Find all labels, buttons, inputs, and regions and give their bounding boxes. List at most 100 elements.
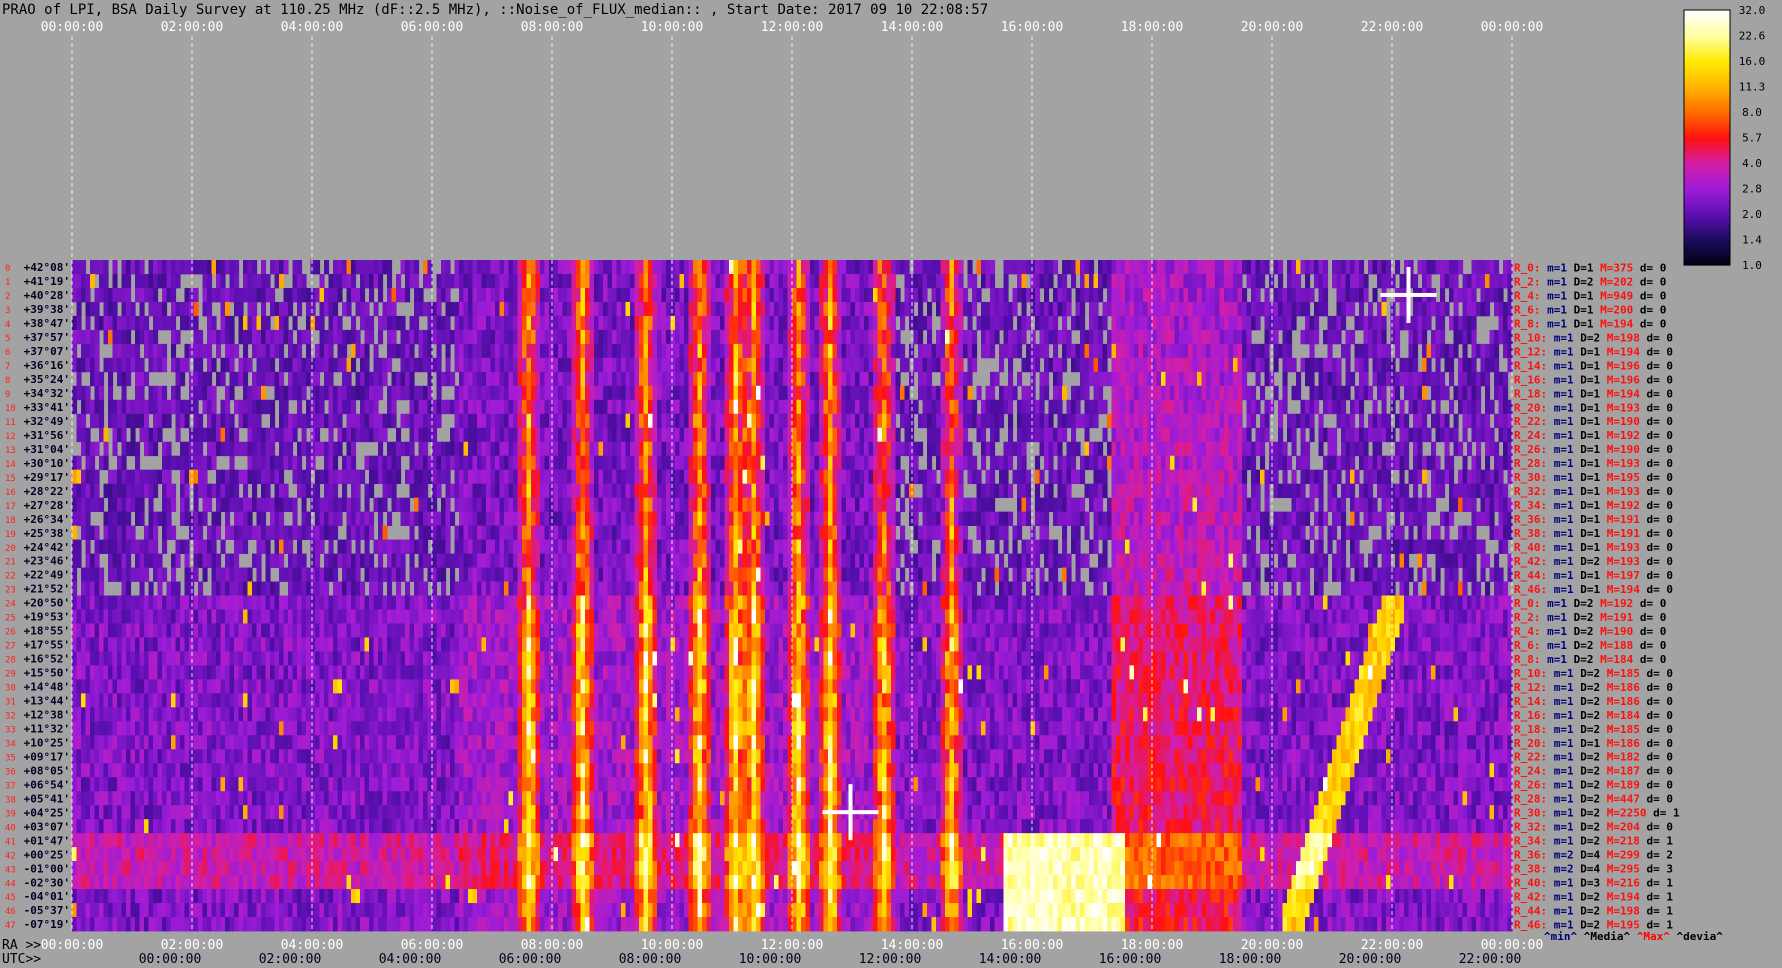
heatmap-cell <box>1462 315 1468 331</box>
heatmap-cell <box>1188 385 1194 401</box>
heatmap-cell <box>198 357 204 373</box>
heatmap-cell <box>634 455 640 471</box>
heatmap-cell <box>526 413 532 429</box>
heatmap-cell <box>661 497 667 513</box>
heatmap-cell <box>1003 287 1009 303</box>
heatmap-cell <box>364 343 370 359</box>
heatmap-cell <box>175 329 181 345</box>
heatmap-cell <box>1417 455 1423 471</box>
heatmap-cell <box>1251 483 1257 499</box>
heatmap-cell <box>1453 315 1459 331</box>
heatmap-cell <box>310 497 316 513</box>
heatmap-cell <box>468 385 474 401</box>
heatmap-cell <box>315 260 321 275</box>
heatmap-cell <box>234 301 240 317</box>
heatmap-cell <box>706 441 712 457</box>
heatmap-cell <box>1174 260 1180 275</box>
heatmap-cell <box>1017 329 1023 345</box>
heatmap-cell <box>1462 469 1468 485</box>
heatmap-cell <box>994 413 1000 429</box>
heatmap-cell <box>450 273 456 289</box>
heatmap-cell <box>1498 385 1504 401</box>
heatmap-cell <box>990 469 996 485</box>
heatmap-cell <box>418 385 424 401</box>
heatmap-cell <box>1183 287 1189 303</box>
heatmap-cell <box>1188 343 1194 359</box>
heatmap-cell <box>1044 343 1050 359</box>
heatmap-cell <box>940 343 946 359</box>
heatmap-cell <box>828 497 834 513</box>
heatmap-cell <box>1129 441 1135 457</box>
heatmap-cell <box>1341 483 1347 499</box>
heatmap-cell <box>580 343 586 359</box>
heatmap-cell <box>1255 315 1261 331</box>
heatmap-cell <box>616 357 622 373</box>
heatmap-cell <box>247 315 253 331</box>
heatmap-cell <box>711 441 717 457</box>
heatmap-cell <box>1372 469 1378 485</box>
heatmap-cell <box>684 343 690 359</box>
heatmap-cell <box>864 329 870 345</box>
heatmap-cell <box>756 385 762 401</box>
heatmap-cell <box>1345 441 1351 457</box>
heatmap-cell <box>1210 357 1216 373</box>
heatmap-cell <box>774 357 780 373</box>
heatmap-cell <box>234 469 240 485</box>
heatmap-cell <box>1300 469 1306 485</box>
heatmap-cell <box>774 441 780 457</box>
heatmap-cell <box>1300 301 1306 317</box>
heatmap-cell <box>148 357 154 373</box>
heatmap-cell <box>882 260 888 275</box>
heatmap-cell <box>868 301 874 317</box>
heatmap-cell <box>954 287 960 303</box>
heatmap-cell <box>378 273 384 289</box>
heatmap-cell <box>193 399 199 415</box>
heatmap-cell <box>792 413 798 429</box>
heatmap-cell <box>486 483 492 499</box>
heatmap-cell <box>751 329 757 345</box>
heatmap-cell <box>693 427 699 443</box>
heatmap-cell <box>1417 315 1423 331</box>
heatmap-cell <box>1485 273 1491 289</box>
heatmap-cell <box>1273 441 1279 457</box>
heatmap-cell <box>1129 260 1135 275</box>
heatmap-cell <box>1287 315 1293 331</box>
heatmap-cell <box>342 427 348 443</box>
heatmap-cell <box>1125 273 1131 289</box>
heatmap-cell <box>976 427 982 443</box>
heatmap-cell <box>333 455 339 471</box>
heatmap-cell <box>1057 455 1063 471</box>
heatmap-cell <box>1224 483 1230 499</box>
heatmap-cell <box>252 315 258 331</box>
heatmap-cell <box>1467 385 1473 401</box>
heatmap-cell <box>585 427 591 443</box>
heatmap-cell <box>261 357 267 373</box>
heatmap-cell <box>675 329 681 345</box>
heatmap-cell <box>985 399 991 415</box>
heatmap-cell <box>274 260 280 275</box>
heatmap-cell <box>562 413 568 429</box>
heatmap-cell <box>90 343 96 359</box>
heatmap-cell <box>364 329 370 345</box>
heatmap-cell <box>1503 497 1509 513</box>
heatmap-cell <box>1314 329 1320 345</box>
heatmap-cell <box>1372 357 1378 373</box>
heatmap-cell <box>1017 371 1023 387</box>
heatmap-cell <box>274 343 280 359</box>
heatmap-cell <box>144 343 150 359</box>
heatmap-cell <box>1341 287 1347 303</box>
heatmap-cell <box>981 497 987 513</box>
heatmap-cell <box>963 413 969 429</box>
heatmap-cell <box>985 483 991 499</box>
heatmap-cell <box>927 329 933 345</box>
heatmap-cell <box>130 260 136 275</box>
heatmap-cell <box>1134 287 1140 303</box>
heatmap-cell <box>1057 301 1063 317</box>
heatmap-cell <box>270 441 276 457</box>
heatmap-cell <box>1314 260 1320 275</box>
heatmap-cell <box>306 287 312 303</box>
heatmap-cell <box>603 427 609 443</box>
heatmap-cell <box>1503 343 1509 359</box>
heatmap-cell <box>706 469 712 485</box>
heatmap-cell <box>166 483 172 499</box>
